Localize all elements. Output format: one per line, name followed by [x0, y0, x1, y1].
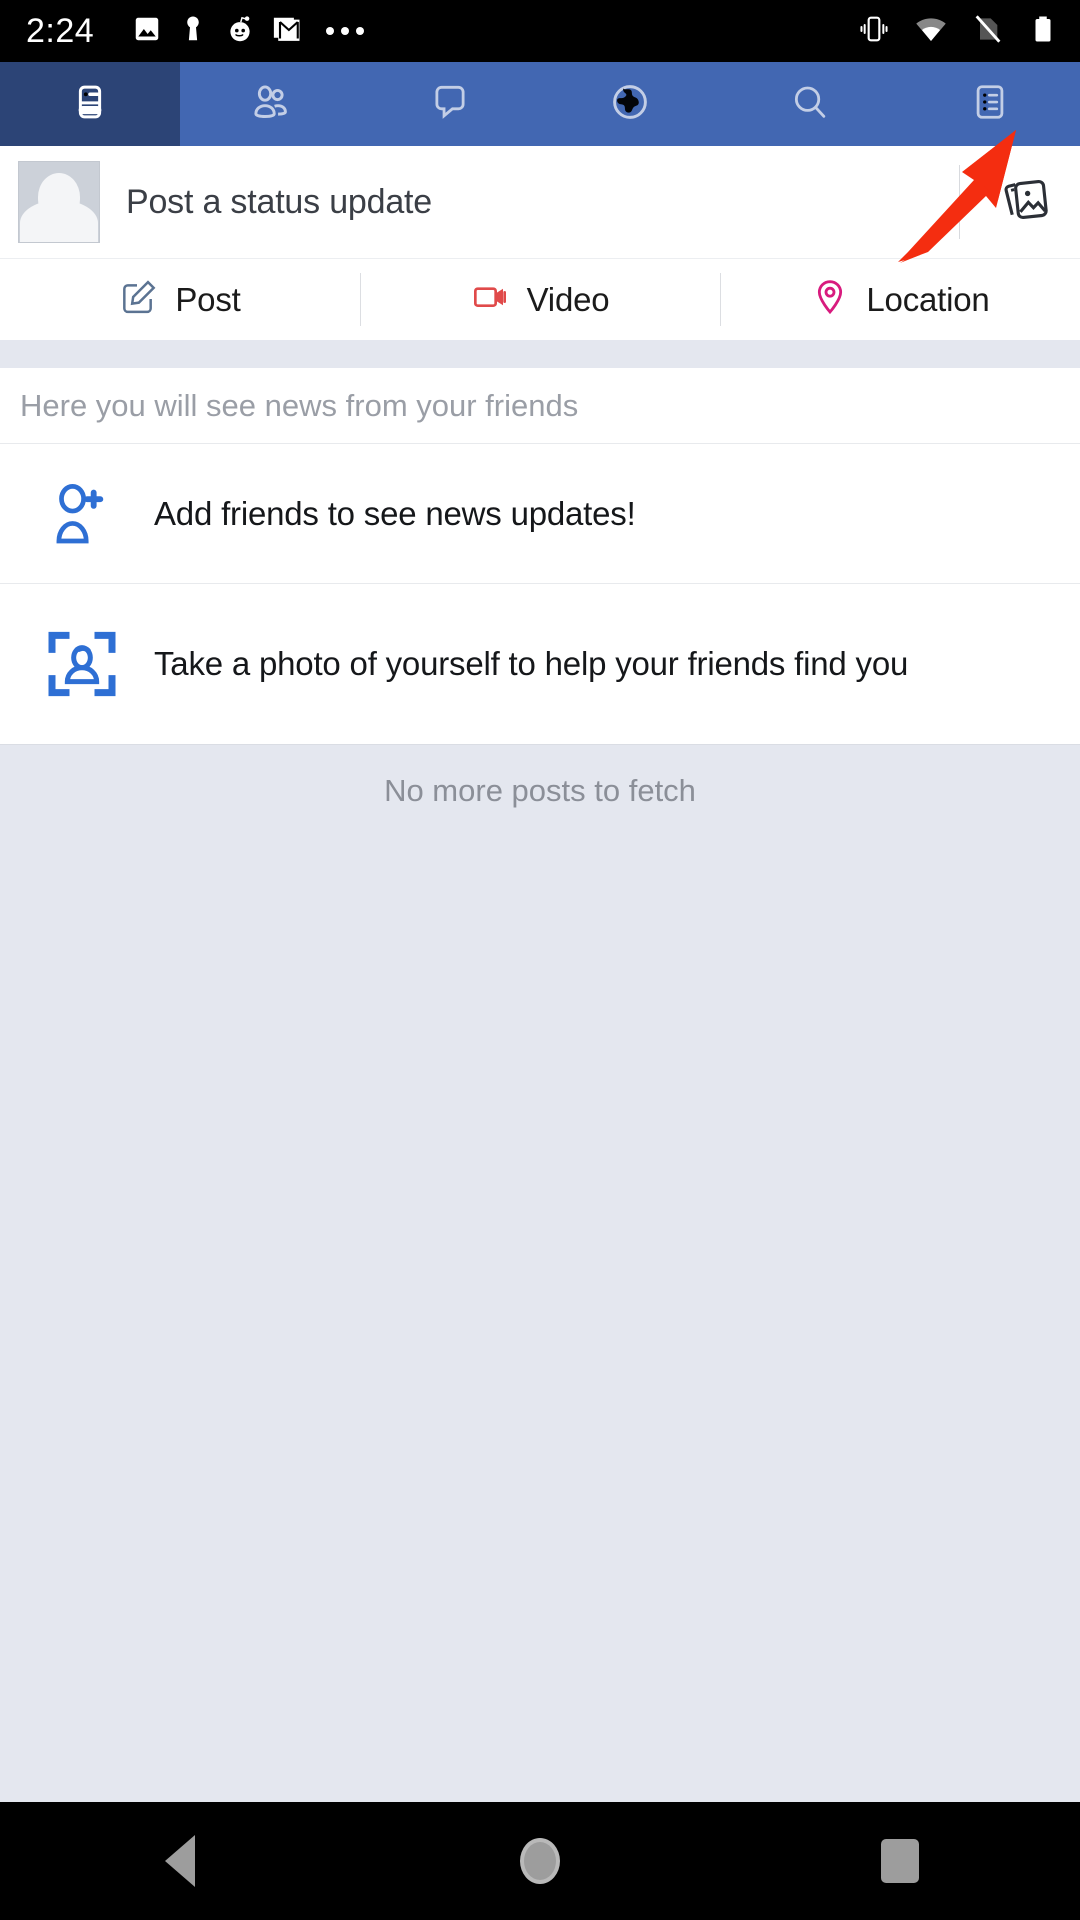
photo-picker-icon — [998, 172, 1054, 233]
status-bar-left: 2:24 — [26, 13, 858, 50]
home-circle-icon — [520, 1838, 560, 1884]
location-pin-icon — [810, 277, 850, 322]
wifi-icon — [914, 12, 948, 51]
status-bar-right — [858, 12, 1058, 51]
system-home-button[interactable] — [360, 1838, 720, 1884]
post-button[interactable]: Post — [0, 259, 360, 340]
section-divider-band — [0, 340, 1080, 368]
tab-notifications[interactable] — [540, 62, 720, 146]
photos-icon — [132, 14, 162, 49]
chat-bubble-icon — [429, 81, 471, 128]
feed-header-text: Here you will see news from your friends — [0, 368, 1080, 444]
take-photo-row[interactable]: Take a photo of yourself to help your fr… — [0, 584, 1080, 744]
system-navigation-bar — [0, 1802, 1080, 1920]
location-button-label: Location — [866, 280, 990, 318]
location-button[interactable]: Location — [720, 259, 1080, 340]
status-bar: 2:24 — [0, 0, 1080, 62]
tab-messages[interactable] — [360, 62, 540, 146]
globe-icon — [608, 80, 652, 129]
phone-screen: 2:24 Post a status update Post Video Loc… — [0, 0, 1080, 1920]
default-avatar — [18, 161, 100, 243]
gmail-icon — [272, 14, 302, 49]
video-button[interactable]: Video — [360, 259, 720, 340]
system-back-button[interactable] — [0, 1835, 360, 1887]
tab-friends[interactable] — [180, 62, 360, 146]
search-icon — [789, 81, 831, 128]
tab-news-feed[interactable] — [0, 62, 180, 146]
composer-action-row: Post Video Location — [0, 258, 1080, 340]
keyhole-icon — [178, 14, 208, 49]
face-scan-icon — [42, 624, 128, 704]
recents-square-icon — [881, 1839, 919, 1883]
add-friends-label: Add friends to see news updates! — [154, 494, 636, 532]
friends-icon — [248, 80, 292, 129]
more-notifications-icon — [326, 27, 365, 35]
edit-pencil-icon — [119, 277, 159, 322]
end-of-feed-message: No more posts to fetch — [0, 744, 1080, 1802]
status-composer-placeholder[interactable]: Post a status update — [100, 183, 959, 222]
system-recents-button[interactable] — [720, 1839, 1080, 1883]
tab-search[interactable] — [720, 62, 900, 146]
vibrate-icon — [858, 13, 890, 50]
photo-picker-button[interactable] — [998, 172, 1054, 233]
battery-icon — [1028, 14, 1058, 49]
list-menu-icon — [969, 81, 1011, 128]
take-photo-label: Take a photo of yourself to help your fr… — [154, 645, 909, 682]
reddit-icon — [224, 13, 256, 50]
tab-menu[interactable] — [900, 62, 1080, 146]
video-button-label: Video — [526, 280, 610, 318]
no-sim-icon — [972, 13, 1004, 50]
video-camera-icon — [471, 277, 511, 322]
add-person-icon — [42, 475, 128, 553]
composer-divider — [959, 165, 960, 239]
status-composer[interactable]: Post a status update — [0, 146, 1080, 258]
back-triangle-icon — [165, 1835, 195, 1887]
news-feed-icon — [69, 81, 111, 128]
post-button-label: Post — [175, 280, 241, 318]
status-clock: 2:24 — [26, 12, 95, 50]
app-top-navigation — [0, 62, 1080, 146]
add-friends-row[interactable]: Add friends to see news updates! — [0, 444, 1080, 584]
